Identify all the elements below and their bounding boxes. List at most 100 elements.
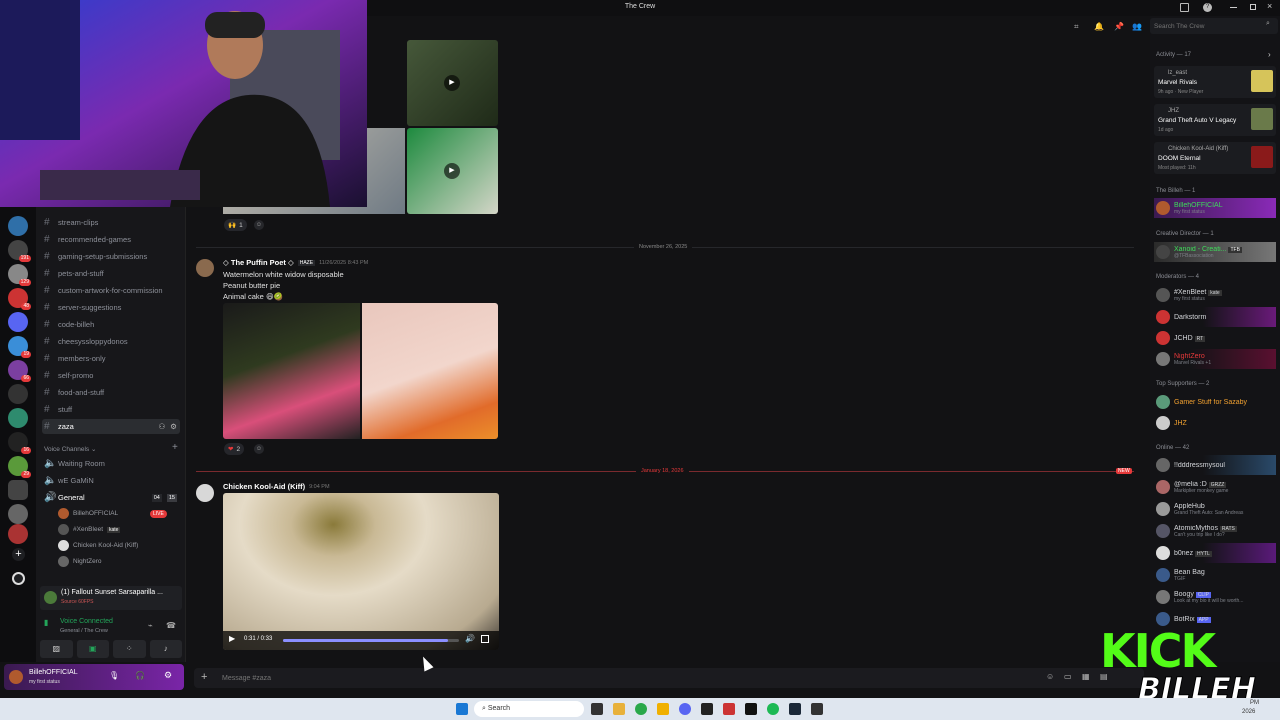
server-icon[interactable]: [8, 408, 28, 428]
member-item[interactable]: JHZ: [1154, 413, 1276, 433]
emoji-icon[interactable]: ☺: [1046, 672, 1054, 681]
activities-button[interactable]: ⁘: [113, 640, 146, 658]
headphones-icon[interactable]: 🎧: [135, 671, 145, 680]
voice-channel-item[interactable]: 🔊 General 04 15: [42, 490, 180, 505]
app-icon[interactable]: [723, 703, 735, 715]
message-author[interactable]: ◇ The Puffin Poet ◇: [223, 258, 294, 267]
message-image[interactable]: [362, 303, 498, 439]
close-button[interactable]: ×: [1267, 1, 1272, 11]
threads-icon[interactable]: ⌗: [1074, 22, 1079, 32]
play-icon[interactable]: ▶: [444, 75, 460, 91]
disconnect-icon[interactable]: ☎: [166, 621, 176, 630]
app-icon[interactable]: [701, 703, 713, 715]
app-icon[interactable]: [679, 703, 691, 715]
activity-card[interactable]: lz_east Marvel Rivals 9h ago · New Playe…: [1154, 66, 1276, 98]
member-item[interactable]: AppleHub Grand Theft Auto: San Andreas: [1154, 499, 1276, 519]
channel-item[interactable]: # stream-clips: [42, 215, 180, 230]
channel-item[interactable]: # members-only: [42, 351, 180, 366]
message-image[interactable]: ▶: [407, 40, 498, 126]
voice-channel-item[interactable]: 🔈 wE GaMiN: [42, 473, 180, 488]
voice-user[interactable]: BillehOFFICIAL: [58, 508, 118, 519]
volume-icon[interactable]: 🔊: [465, 634, 475, 643]
bell-icon[interactable]: 🔔: [1094, 22, 1104, 31]
server-icon[interactable]: [8, 504, 28, 524]
activity-panel[interactable]: (1) Fallout Sunset Sarsaparilla ... Sour…: [40, 586, 182, 610]
channel-item[interactable]: # food-and-stuff: [42, 385, 180, 400]
member-item[interactable]: NightZero Marvel Rivals +1: [1154, 349, 1276, 369]
add-reaction-icon[interactable]: ☺: [254, 444, 264, 454]
sticker-icon[interactable]: ▦: [1082, 672, 1090, 681]
member-item[interactable]: Gamer Stuff for Sazaby: [1154, 392, 1276, 412]
voice-channels-header[interactable]: Voice Channels ⌄: [44, 445, 96, 453]
pin-icon[interactable]: 📌: [1114, 22, 1124, 31]
member-item[interactable]: @melia :D GRZZ Markiplier monkey game: [1154, 477, 1276, 497]
channel-item-selected[interactable]: # zaza ⚇ ⚙: [42, 419, 180, 434]
voice-user[interactable]: NightZero: [58, 556, 102, 567]
app-icon[interactable]: [745, 703, 757, 715]
channel-item[interactable]: # self-promo: [42, 368, 180, 383]
chevron-right-icon[interactable]: ›: [1268, 50, 1271, 59]
server-icon[interactable]: 66: [8, 360, 31, 382]
channel-item[interactable]: # server-suggestions: [42, 300, 180, 315]
video-player[interactable]: ▶ 0:31 / 0:33 🔊: [223, 493, 499, 650]
reaction[interactable]: 🙌 1: [224, 219, 247, 231]
gear-icon[interactable]: ⚙: [170, 422, 180, 431]
invite-icon[interactable]: ⚇: [159, 422, 166, 431]
app-icon[interactable]: [635, 703, 647, 715]
member-item[interactable]: JCHD RT: [1154, 328, 1276, 348]
voice-channel-item[interactable]: 🔈 Waiting Room: [42, 456, 180, 471]
app-icon[interactable]: [789, 703, 801, 715]
member-item[interactable]: AtomicMythos RATS Can't you trip like I d…: [1154, 521, 1276, 541]
soundboard-button[interactable]: ♪: [149, 640, 182, 658]
message-image[interactable]: ▶: [407, 128, 498, 214]
mic-icon[interactable]: 🎙: [109, 671, 119, 680]
settings-gear-icon[interactable]: ⚙: [164, 670, 172, 681]
server-icon[interactable]: 129: [8, 264, 31, 286]
app-icon[interactable]: [613, 703, 625, 715]
member-item[interactable]: #XenBleet kate my first status: [1154, 285, 1276, 305]
message-input[interactable]: [222, 672, 922, 684]
message-image[interactable]: [223, 303, 360, 439]
help-icon[interactable]: ?: [1203, 3, 1212, 12]
app-icon[interactable]: [591, 703, 603, 715]
search-box[interactable]: ⌕: [1150, 18, 1278, 34]
channel-item[interactable]: # gaming-setup-submissions: [42, 249, 180, 264]
server-icon[interactable]: 16: [8, 432, 31, 454]
channel-item[interactable]: # stuff: [42, 402, 180, 417]
avatar[interactable]: [196, 259, 214, 277]
channel-item[interactable]: # code-billeh: [42, 317, 180, 332]
activity-card[interactable]: Chicken Kool-Aid (Kiff) DOOM Eternal Mos…: [1154, 142, 1276, 174]
add-server-icon[interactable]: +: [12, 548, 25, 561]
member-item[interactable]: Boogy CLIP Look at my bio it will be wort…: [1154, 587, 1276, 607]
play-icon[interactable]: ▶: [444, 163, 460, 179]
activity-card[interactable]: JHZ Grand Theft Auto V Legacy 1d ago: [1154, 104, 1276, 136]
member-item[interactable]: Bean Bag TGIF: [1154, 565, 1276, 585]
app-icon[interactable]: [657, 703, 669, 715]
channel-item[interactable]: # cheesyssloppydonos: [42, 334, 180, 349]
message-author[interactable]: Chicken Kool-Aid (Kiff): [223, 482, 305, 491]
channel-item[interactable]: # custom-artwork-for-commission: [42, 283, 180, 298]
minimize-button[interactable]: [1230, 7, 1237, 8]
taskbar-search[interactable]: ⌕ Search: [474, 701, 584, 717]
camera-off-button[interactable]: ▨: [40, 640, 73, 658]
server-icon[interactable]: 19: [8, 336, 31, 358]
attach-icon[interactable]: +: [201, 671, 207, 683]
avatar[interactable]: [9, 670, 23, 684]
voice-user[interactable]: Chicken Kool-Aid (Kiff): [58, 540, 138, 551]
play-button[interactable]: ▶: [229, 634, 235, 643]
member-item[interactable]: Darkstorm: [1154, 307, 1276, 327]
video-seekbar[interactable]: [283, 639, 459, 642]
message-input-bar[interactable]: + ☺ ▭ ▦ ▤: [194, 668, 1144, 688]
member-item[interactable]: Xanoid - Creati... TFB @TFBassociation: [1154, 242, 1276, 262]
gif-icon[interactable]: ▭: [1064, 672, 1072, 681]
add-reaction-icon[interactable]: ☺: [254, 220, 264, 230]
channel-item[interactable]: # pets-and-stuff: [42, 266, 180, 281]
search-input[interactable]: [1154, 20, 1254, 32]
server-icon[interactable]: [8, 216, 28, 236]
app-icon[interactable]: [767, 703, 779, 715]
screenshare-button[interactable]: ▣: [76, 640, 109, 658]
maximize-button[interactable]: [1250, 4, 1256, 10]
server-icon[interactable]: 191: [8, 240, 31, 262]
reaction[interactable]: ❤ 2: [224, 443, 245, 455]
inbox-icon[interactable]: [1180, 3, 1189, 12]
